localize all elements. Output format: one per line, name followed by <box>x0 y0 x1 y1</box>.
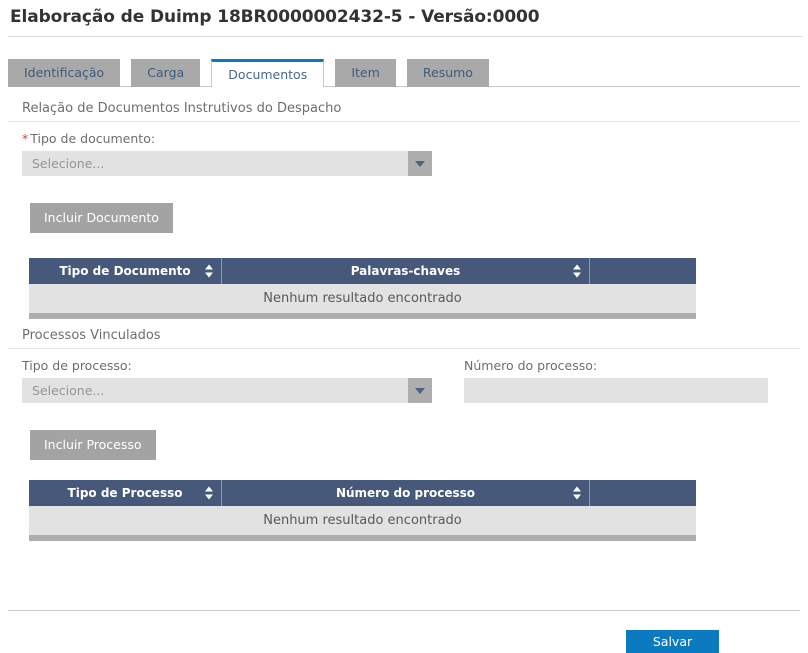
sort-updown-icon[interactable] <box>572 486 581 500</box>
sort-updown-icon[interactable] <box>204 486 213 500</box>
tipo-documento-label: * Tipo de documento: <box>22 131 432 147</box>
tab-item[interactable]: Item <box>335 59 396 87</box>
tab-resumo[interactable]: Resumo <box>406 59 489 87</box>
save-button[interactable]: Salvar <box>626 630 719 653</box>
documents-empty-message: Nenhum resultado encontrado <box>29 284 696 313</box>
documents-table-header-row: Tipo de Documento Palavras-chaves <box>29 258 696 284</box>
table-row: Nenhum resultado encontrado <box>29 284 696 313</box>
processes-table-head: Tipo de Processo Número do processo <box>29 480 696 506</box>
processes-col-tipo-processo[interactable]: Tipo de Processo <box>29 480 222 506</box>
table-row: Nenhum resultado encontrado <box>29 506 696 535</box>
chevron-down-icon[interactable] <box>408 378 432 403</box>
incluir-documento-button[interactable]: Incluir Documento <box>30 203 173 233</box>
tab-bar: Identificação Carga Documentos Item Resu… <box>0 59 808 87</box>
documents-table-head: Tipo de Documento Palavras-chaves <box>29 258 696 284</box>
processes-section-heading: Processos Vinculados <box>8 319 800 349</box>
tipo-processo-label: Tipo de processo: <box>22 358 132 373</box>
documents-field-row: * Tipo de documento: Selecione... <box>8 122 800 176</box>
documents-col-palavras-chaves[interactable]: Palavras-chaves <box>221 258 590 284</box>
numero-processo-label: Número do processo: <box>464 358 598 373</box>
numero-processo-input[interactable] <box>464 378 768 403</box>
processes-field-row: Tipo de processo: Selecione... Número do… <box>8 349 800 403</box>
incluir-processo-button[interactable]: Incluir Processo <box>30 430 156 460</box>
documents-table-body: Nenhum resultado encontrado <box>29 284 696 313</box>
processes-table-body: Nenhum resultado encontrado <box>29 506 696 535</box>
documents-section-heading: Relação de Documentos Instrutivos do Des… <box>8 87 800 122</box>
processes-table: Tipo de Processo Número do processo Nenh… <box>29 480 696 541</box>
title-divider <box>8 36 802 37</box>
processes-table-foot-row <box>29 535 696 541</box>
tab-carga[interactable]: Carga <box>131 59 201 87</box>
documents-table: Tipo de Documento Palavras-chaves Nenhum… <box>29 258 696 319</box>
page-title: Elaboração de Duimp 18BR0000002432-5 - V… <box>10 7 540 27</box>
tipo-processo-select[interactable]: Selecione... <box>22 378 432 403</box>
sort-updown-icon[interactable] <box>204 264 213 278</box>
processes-col-actions <box>589 480 696 506</box>
processes-table-foot <box>29 535 696 541</box>
documents-col-tipo-documento[interactable]: Tipo de Documento <box>29 258 222 284</box>
required-asterisk-icon: * <box>22 131 29 146</box>
processes-table-header-row: Tipo de Processo Número do processo <box>29 480 696 506</box>
tab-identificacao[interactable]: Identificação <box>8 59 121 87</box>
tipo-processo-value: Selecione... <box>32 383 105 398</box>
chevron-down-icon[interactable] <box>408 151 432 176</box>
processes-table-foot-bar <box>29 535 696 541</box>
documents-col-actions <box>589 258 696 284</box>
tipo-documento-label-text: Tipo de documento: <box>30 131 156 146</box>
tab-documentos[interactable]: Documentos <box>211 59 325 87</box>
footer-divider <box>8 610 800 611</box>
processes-empty-message: Nenhum resultado encontrado <box>29 506 696 535</box>
sort-updown-icon[interactable] <box>572 264 581 278</box>
tab-bar-underline <box>8 86 800 87</box>
tipo-documento-value: Selecione... <box>32 156 105 171</box>
processes-col-numero-processo[interactable]: Número do processo <box>221 480 590 506</box>
tipo-documento-select[interactable]: Selecione... <box>22 151 432 176</box>
